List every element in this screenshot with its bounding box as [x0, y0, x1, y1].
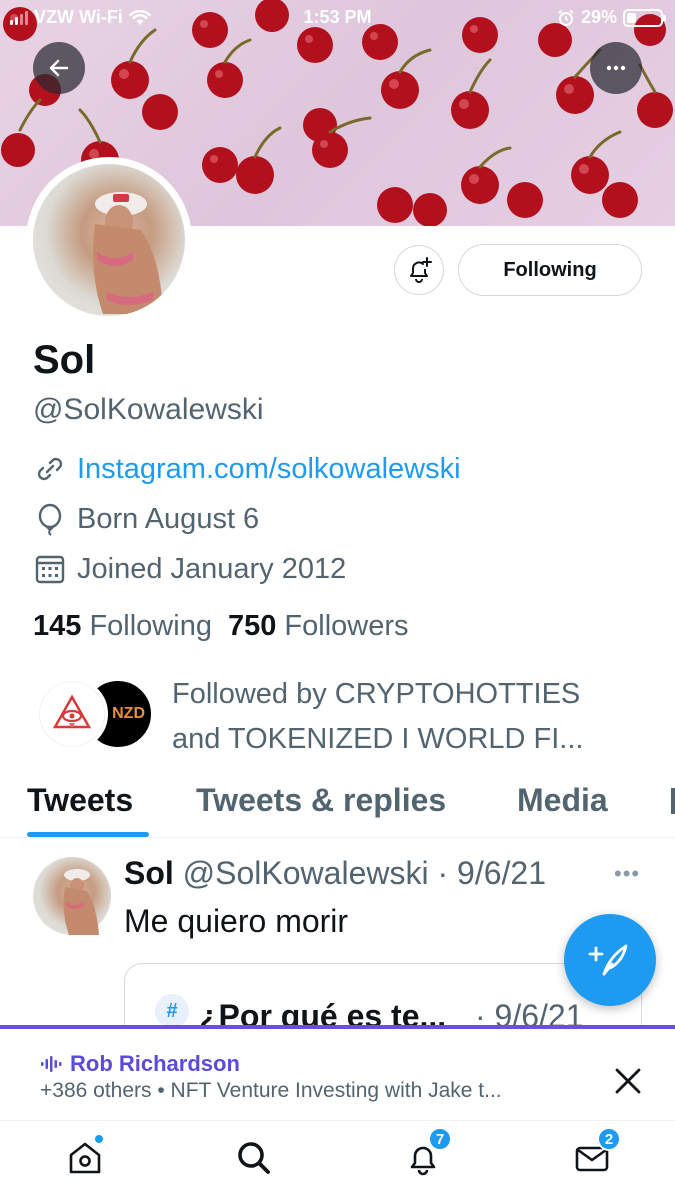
- arrow-left-icon: [49, 59, 69, 77]
- tweet-author-handle[interactable]: @SolKowalewski: [183, 855, 429, 891]
- spaces-subtitle: +386 others • NFT Venture Investing with…: [40, 1079, 502, 1102]
- spaces-host: Rob Richardson: [40, 1051, 240, 1077]
- following-button[interactable]: Following: [458, 244, 642, 296]
- battery-percent: 29%: [580, 7, 617, 27]
- profile-display-name: Sol: [33, 338, 96, 382]
- birthday-row: Born August 6: [33, 502, 259, 536]
- profile-avatar-image: [33, 164, 185, 316]
- tab-tweets[interactable]: Tweets: [27, 782, 133, 819]
- tab-tweets-replies[interactable]: Tweets & replies: [196, 782, 446, 819]
- followed-by-text: Followed by CRYPTOHOTTIES and TOKENIZED …: [172, 672, 642, 762]
- bottom-navigation: 7 2: [0, 1121, 675, 1200]
- status-right: 29%: [557, 7, 666, 28]
- close-icon: [615, 1068, 641, 1094]
- search-icon: [238, 1142, 270, 1174]
- followers-label: Followers: [284, 610, 409, 642]
- tweet-more-icon[interactable]: •••: [614, 861, 640, 887]
- followers-count: 750: [227, 610, 277, 642]
- follow-counts: 145 Following 750 Followers: [33, 610, 409, 643]
- compose-feather-icon: [588, 944, 628, 976]
- more-horizontal-icon: [606, 65, 626, 71]
- following-label: Following: [89, 610, 212, 642]
- nav-messages[interactable]: 2: [567, 1127, 621, 1183]
- website-link[interactable]: Instagram.com/solkowalewski: [77, 453, 461, 486]
- bell-plus-icon: [410, 257, 432, 283]
- notifications-toggle-button[interactable]: [394, 245, 444, 295]
- spaces-mini-player[interactable]: Rob Richardson +386 others • NFT Venture…: [0, 1025, 675, 1121]
- notifications-badge: 7: [428, 1127, 452, 1151]
- calendar-icon: [35, 555, 65, 584]
- joined-row: Joined January 2012: [33, 552, 346, 586]
- nav-notifications[interactable]: 7: [398, 1127, 452, 1183]
- followed-by-line-1: Followed by CRYPTOHOTTIES: [172, 678, 581, 710]
- battery-icon: [623, 8, 666, 27]
- audio-wave-icon: [41, 1056, 62, 1072]
- tweet-author-avatar[interactable]: [33, 857, 111, 935]
- joined-text: Joined January 2012: [77, 552, 347, 585]
- balloon-icon: [38, 503, 62, 536]
- followers-count-link[interactable]: 750 Followers: [228, 610, 409, 643]
- following-count: 145: [33, 610, 82, 642]
- spaces-host-name: Rob Richardson: [70, 1051, 240, 1076]
- followed-by-section[interactable]: NZD Followed by CRYPTOHOTTIES and TOKENI…: [36, 672, 656, 755]
- compose-tweet-button[interactable]: [564, 914, 656, 1006]
- followed-by-line-2: and TOKENIZED I WORLD FI...: [172, 723, 584, 755]
- messages-badge: 2: [597, 1127, 621, 1151]
- tweet-date[interactable]: 9/6/21: [457, 855, 546, 891]
- nav-home[interactable]: [60, 1133, 110, 1183]
- tab-overflow-edge: [671, 788, 675, 814]
- profile-handle: @SolKowalewski: [33, 393, 264, 426]
- following-count-link[interactable]: 145 Following: [33, 610, 212, 643]
- profile-avatar[interactable]: [26, 157, 192, 323]
- birthday-text: Born August 6: [77, 502, 260, 535]
- home-unread-dot: [93, 1133, 105, 1145]
- link-icon: [37, 457, 63, 481]
- hashtag-icon: #: [155, 994, 189, 1028]
- alarm-icon: [558, 9, 574, 26]
- website-row: Instagram.com/solkowalewski: [33, 452, 461, 486]
- more-options-button[interactable]: [590, 42, 642, 94]
- eye-logo-icon: [52, 694, 92, 729]
- tweet-header: Sol @SolKowalewski · 9/6/21: [124, 855, 546, 892]
- tweet-author-name[interactable]: Sol: [124, 855, 174, 891]
- tweet-date-separator: ·: [428, 855, 458, 891]
- profile-tabs: Tweets Tweets & replies Media: [0, 770, 675, 838]
- back-button[interactable]: [33, 42, 85, 94]
- follower-avatar-1: [36, 678, 108, 750]
- status-bar: VZW Wi-Fi 1:53 PM 29%: [0, 0, 675, 36]
- tweet-text: Me quiero morir: [124, 903, 349, 939]
- tab-media[interactable]: Media: [517, 782, 608, 819]
- active-tab-indicator: [27, 832, 149, 837]
- spaces-close-button[interactable]: [610, 1063, 646, 1099]
- quoted-tweet-card[interactable]: # ¿Por qué es te... · 9/6/21: [124, 963, 642, 1029]
- nav-search[interactable]: [229, 1133, 279, 1183]
- follower-avatar-2-text: NZD: [112, 705, 145, 722]
